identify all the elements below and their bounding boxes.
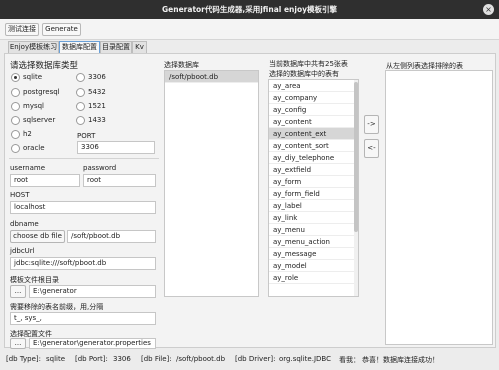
username-label: username <box>10 164 45 172</box>
table-row[interactable]: ay_label <box>269 200 358 212</box>
tab-bar: Enjoy模板练习 数据库配置 目录配置 Kv <box>0 40 499 53</box>
dbname-input[interactable]: /soft/pboot.db <box>67 230 156 243</box>
prefix-label: 需要移除的表名前缀，用,分隔 <box>10 303 104 311</box>
table-row[interactable]: ay_extfield <box>269 164 358 176</box>
dbname-label: dbname <box>10 220 39 228</box>
table-row[interactable]: ay_menu_action <box>269 236 358 248</box>
radio-sqlserver[interactable] <box>11 116 20 125</box>
template-dir-browse-button[interactable]: ... <box>10 285 26 298</box>
radio-label-1521: 1521 <box>88 102 106 110</box>
list-item[interactable]: /soft/pboot.db <box>165 71 258 83</box>
scrollbar-thumb[interactable] <box>354 82 358 232</box>
config-file-browse-button[interactable]: ... <box>10 338 26 349</box>
tab-enjoy-template[interactable]: Enjoy模板练习 <box>8 41 59 53</box>
status-db-driver-label: [db Driver]: <box>235 355 276 363</box>
jdbc-url-input[interactable]: jdbc:sqlite:///soft/pboot.db <box>10 257 156 270</box>
radio-label-h2: h2 <box>23 130 32 138</box>
prefix-input[interactable]: t_, sys_, <box>10 312 156 325</box>
window-title: Generator代码生成器,采用jfinal enjoy模板引擎 <box>162 5 337 14</box>
table-row[interactable]: ay_menu <box>269 224 358 236</box>
radio-1521[interactable] <box>76 102 85 111</box>
table-row[interactable]: ay_model <box>269 260 358 272</box>
status-db-driver-value: org.sqlite.JDBC <box>279 355 331 363</box>
status-db-file-label: [db File]: <box>141 355 172 363</box>
radio-label-sqlserver: sqlserver <box>23 116 56 124</box>
host-label: HOST <box>10 191 30 199</box>
move-left-button[interactable]: <- <box>364 139 379 158</box>
status-bar: [db Type]: sqlite [db Port]: 3306 [db Fi… <box>0 350 499 370</box>
radio-label-1433: 1433 <box>88 116 106 124</box>
db-file-list-label: 选择数据库 <box>164 61 199 69</box>
status-db-type-label: [db Type]: <box>6 355 42 363</box>
move-right-button[interactable]: -> <box>364 115 379 134</box>
divider <box>9 158 159 159</box>
table-list-scrollbar[interactable] <box>354 80 358 296</box>
radio-3306[interactable] <box>76 73 85 82</box>
generate-button[interactable]: Generate <box>42 23 81 36</box>
radio-label-mysql: mysql <box>23 102 44 110</box>
radio-label-postgresql: postgresql <box>23 88 60 96</box>
template-dir-label: 模板文件根目录 <box>10 276 59 284</box>
toolbar: 测试连接 Generate <box>0 19 499 40</box>
password-label: password <box>83 164 117 172</box>
radio-label-3306: 3306 <box>88 73 106 81</box>
radio-1433[interactable] <box>76 116 85 125</box>
db-type-heading: 请选择数据库类型 <box>10 61 79 71</box>
password-input[interactable]: root <box>83 174 156 187</box>
config-file-input[interactable]: E:\generator\generator.properties <box>29 338 156 349</box>
table-count-label: 当前数据库中共有25张表 <box>269 60 348 68</box>
table-row[interactable]: ay_area <box>269 80 358 92</box>
window-titlebar: Generator代码生成器,采用jfinal enjoy模板引擎 × <box>0 0 499 19</box>
test-connection-button[interactable]: 测试连接 <box>5 23 39 36</box>
jdbc-url-label: jdbcUrl <box>10 247 35 255</box>
db-file-list[interactable]: /soft/pboot.db <box>164 70 259 297</box>
table-row[interactable]: ay_config <box>269 104 358 116</box>
table-list[interactable]: ay_area ay_company ay_config ay_content … <box>268 79 359 297</box>
status-db-port-value: 3306 <box>113 355 131 363</box>
radio-sqlite[interactable] <box>11 73 20 82</box>
table-list-label: 选择的数据库中的表有 <box>269 70 339 78</box>
radio-h2[interactable] <box>11 130 20 139</box>
table-row[interactable]: ay_link <box>269 212 358 224</box>
radio-label-5432: 5432 <box>88 88 106 96</box>
tab-dir-config[interactable]: 目录配置 <box>100 41 132 53</box>
port-label: PORT <box>77 132 96 140</box>
tab-kv[interactable]: Kv <box>132 41 147 53</box>
username-input[interactable]: root <box>10 174 80 187</box>
radio-oracle[interactable] <box>11 144 20 153</box>
table-row[interactable]: ay_form_field <box>269 188 358 200</box>
radio-mysql[interactable] <box>11 102 20 111</box>
radio-label-oracle: oracle <box>23 144 45 152</box>
table-row[interactable]: ay_form <box>269 176 358 188</box>
template-dir-input[interactable]: E:\generator <box>29 285 156 298</box>
host-input[interactable]: localhost <box>10 201 156 214</box>
tab-db-config[interactable]: 数据库配置 <box>59 41 100 53</box>
choose-db-file-button[interactable]: choose db file <box>10 230 65 243</box>
close-icon[interactable]: × <box>483 4 494 15</box>
table-row[interactable]: ay_message <box>269 248 358 260</box>
status-message: 恭喜！数据库连接成功！ <box>362 356 439 364</box>
status-db-file-value: /soft/pboot.db <box>176 355 226 363</box>
port-input[interactable]: 3306 <box>77 141 155 154</box>
table-row[interactable]: ay_content_ext <box>269 128 358 140</box>
db-config-panel: 请选择数据库类型 sqlite 3306 postgresql 5432 mys… <box>4 53 496 349</box>
excluded-table-list[interactable] <box>385 70 493 345</box>
table-row[interactable]: ay_content_sort <box>269 140 358 152</box>
table-row[interactable]: ay_diy_telephone <box>269 152 358 164</box>
table-row[interactable]: ay_company <box>269 92 358 104</box>
radio-label-sqlite: sqlite <box>23 73 43 81</box>
radio-postgresql[interactable] <box>11 88 20 97</box>
status-db-port-label: [db Port]: <box>75 355 108 363</box>
table-row[interactable]: ay_content <box>269 116 358 128</box>
status-db-type-value: sqlite <box>46 355 66 363</box>
table-row[interactable]: ay_role <box>269 272 358 284</box>
status-look-label: 看我： <box>339 356 360 364</box>
radio-5432[interactable] <box>76 88 85 97</box>
